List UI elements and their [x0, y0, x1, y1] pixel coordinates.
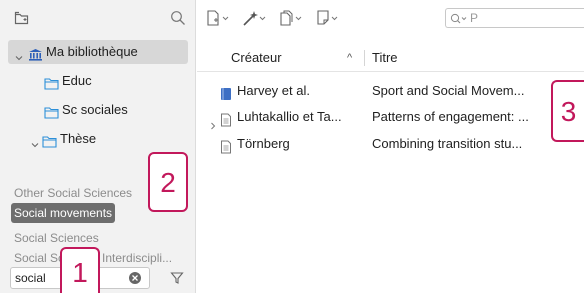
tag-social-sciences-interdisciplinary[interactable]: Social Sciences Interdiscipli...: [14, 248, 194, 268]
column-header-row: Créateur ^ Titre: [197, 44, 584, 72]
folder-icon: [42, 132, 57, 148]
document-icon: [220, 137, 232, 154]
column-divider[interactable]: [364, 50, 365, 66]
column-header-creator[interactable]: Créateur: [231, 44, 282, 72]
tag-social-movements[interactable]: Social movements: [11, 203, 116, 223]
tag-filter-bar: [10, 267, 190, 289]
item-creator: Törnberg: [237, 136, 290, 151]
book-icon: [220, 84, 232, 100]
items-toolbar: P: [197, 0, 584, 36]
new-collection-icon[interactable]: [14, 10, 30, 26]
item-row[interactable]: Törnberg Combining transition stu...: [197, 131, 584, 157]
filter-icon[interactable]: [170, 271, 184, 285]
new-note-icon[interactable]: [315, 9, 343, 27]
magic-wand-icon[interactable]: [241, 9, 269, 27]
items-search-input[interactable]: P: [445, 8, 584, 28]
chevron-down-icon[interactable]: [30, 134, 40, 148]
collection-my-library[interactable]: Ma bibliothèque: [8, 40, 188, 64]
collection-these[interactable]: Thèse: [8, 127, 196, 151]
folder-icon: [44, 103, 59, 119]
collection-label: Ma bibliothèque: [46, 44, 138, 59]
new-item-icon[interactable]: [205, 9, 233, 27]
item-row[interactable]: Luhtakallio et Ta... Patterns of engagem…: [197, 104, 584, 130]
folder-icon: [44, 74, 59, 90]
callout-1: 1: [60, 247, 100, 293]
collection-sc-sociales[interactable]: Sc sociales: [8, 98, 196, 122]
item-creator: Luhtakallio et Ta...: [237, 109, 342, 124]
callout-3: 3: [551, 80, 584, 142]
tag-social-sciences[interactable]: Social Sciences: [14, 228, 194, 248]
column-header-title[interactable]: Titre: [372, 44, 398, 72]
collection-label: Thèse: [60, 131, 97, 146]
chevron-right-icon[interactable]: [209, 113, 217, 130]
item-creator: Harvey et al.: [237, 83, 310, 98]
zotero-window: Ma bibliothèque Educ Sc sociales Thèse O…: [0, 0, 584, 293]
library-icon: [28, 45, 43, 61]
collection-label: Educ: [62, 73, 92, 88]
document-icon: [220, 110, 232, 127]
collection-educ[interactable]: Educ: [8, 69, 196, 93]
search-icon[interactable]: [450, 12, 468, 24]
search-icon[interactable]: [170, 10, 186, 26]
clear-icon[interactable]: [128, 271, 142, 285]
item-row[interactable]: Harvey et al. Sport and Social Movem...: [197, 78, 584, 104]
search-placeholder: P: [470, 11, 479, 25]
collections-toolbar: [0, 0, 196, 36]
collection-label: Sc sociales: [62, 102, 128, 117]
attachment-icon[interactable]: [277, 9, 305, 27]
chevron-down-icon[interactable]: [14, 47, 24, 61]
callout-2: 2: [148, 152, 188, 212]
items-pane: P Créateur ^ Titre Harvey et al. Sport a…: [197, 0, 584, 293]
sort-ascending-icon[interactable]: ^: [347, 44, 352, 72]
